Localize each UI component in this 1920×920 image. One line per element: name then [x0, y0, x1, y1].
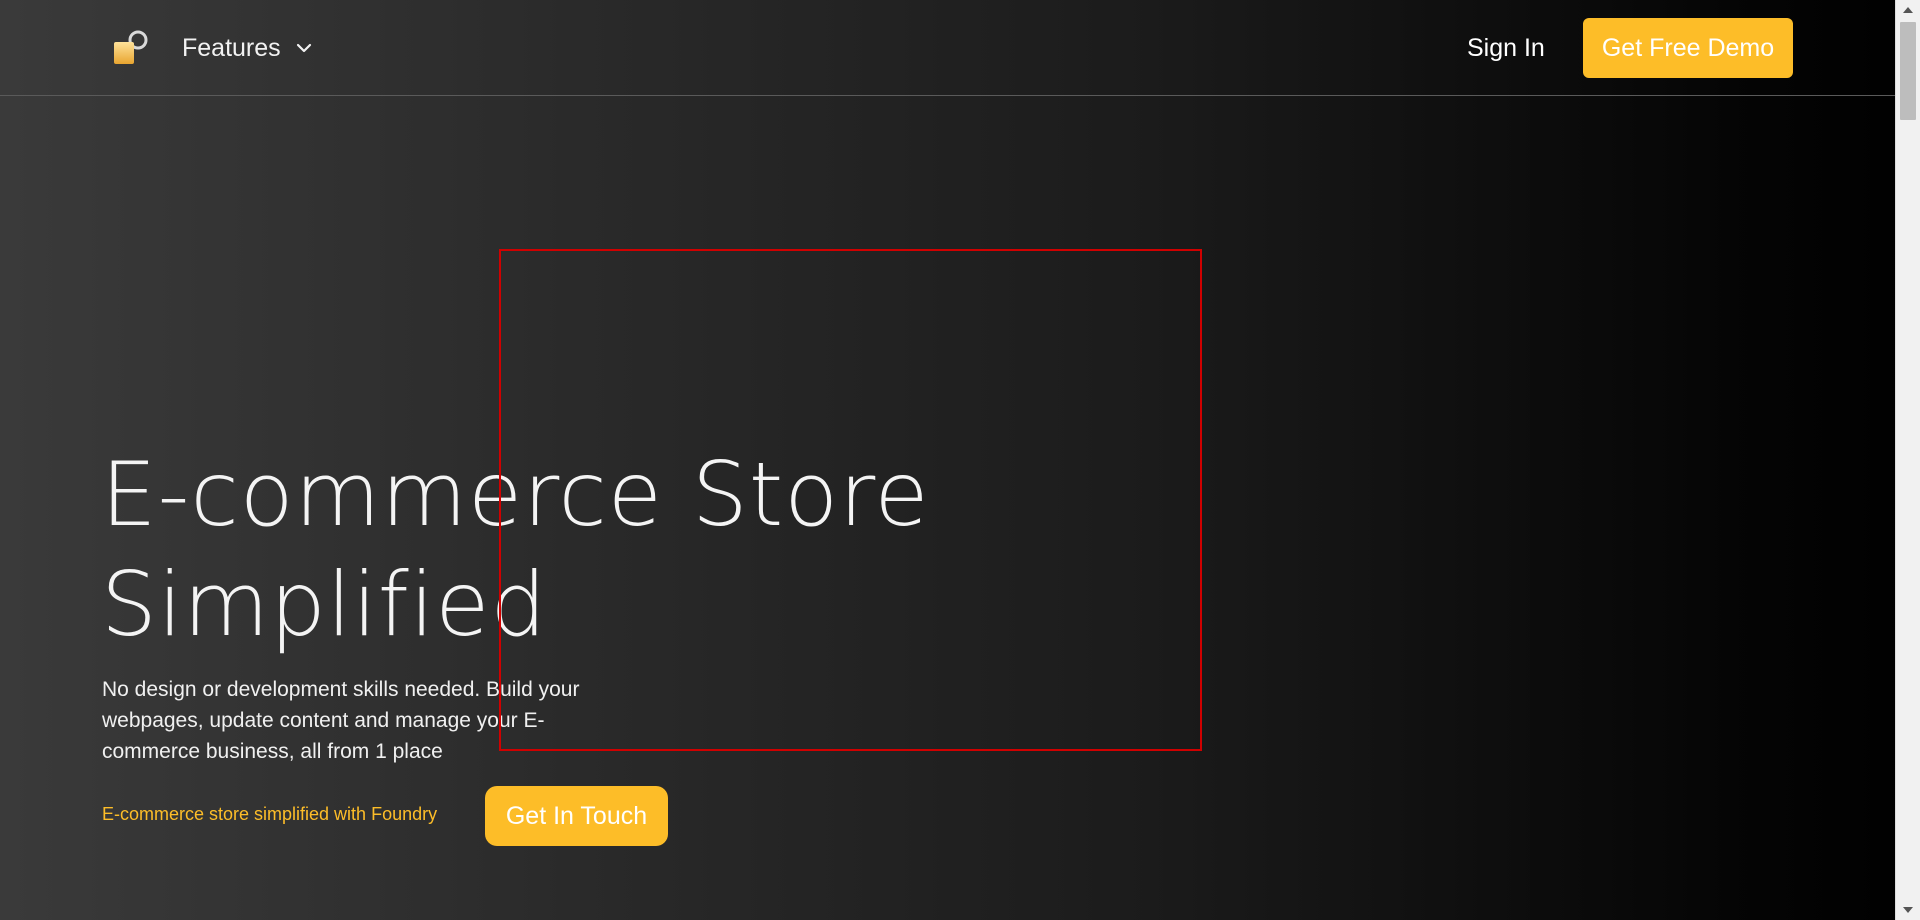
- lock-logo-icon[interactable]: [110, 28, 150, 68]
- vertical-scrollbar[interactable]: [1895, 0, 1920, 920]
- page: Features Sign In Get Free Demo E-commerc…: [0, 0, 1920, 920]
- hero-title-line1: E-commerce Store: [101, 443, 930, 546]
- hero-title: E-commerce Store Simplified: [101, 440, 1001, 660]
- scroll-down-arrow-icon[interactable]: [1896, 900, 1920, 920]
- scrollbar-thumb[interactable]: [1900, 22, 1916, 120]
- nav-features[interactable]: Features: [182, 30, 313, 66]
- chevron-down-icon: [296, 43, 311, 53]
- scroll-up-arrow-icon[interactable]: [1896, 0, 1920, 20]
- nav-features-label: Features: [182, 33, 281, 62]
- hero-title-line2: Simplified: [101, 553, 548, 656]
- sign-in-link[interactable]: Sign In: [1467, 30, 1545, 66]
- site-header: Features Sign In Get Free Demo: [0, 0, 1895, 96]
- hero-tagline: E-commerce store simplified with Foundry: [102, 804, 438, 824]
- get-free-demo-button[interactable]: Get Free Demo: [1583, 18, 1793, 78]
- hero-description: No design or development skills needed. …: [102, 678, 580, 763]
- get-in-touch-button[interactable]: Get In Touch: [485, 786, 668, 846]
